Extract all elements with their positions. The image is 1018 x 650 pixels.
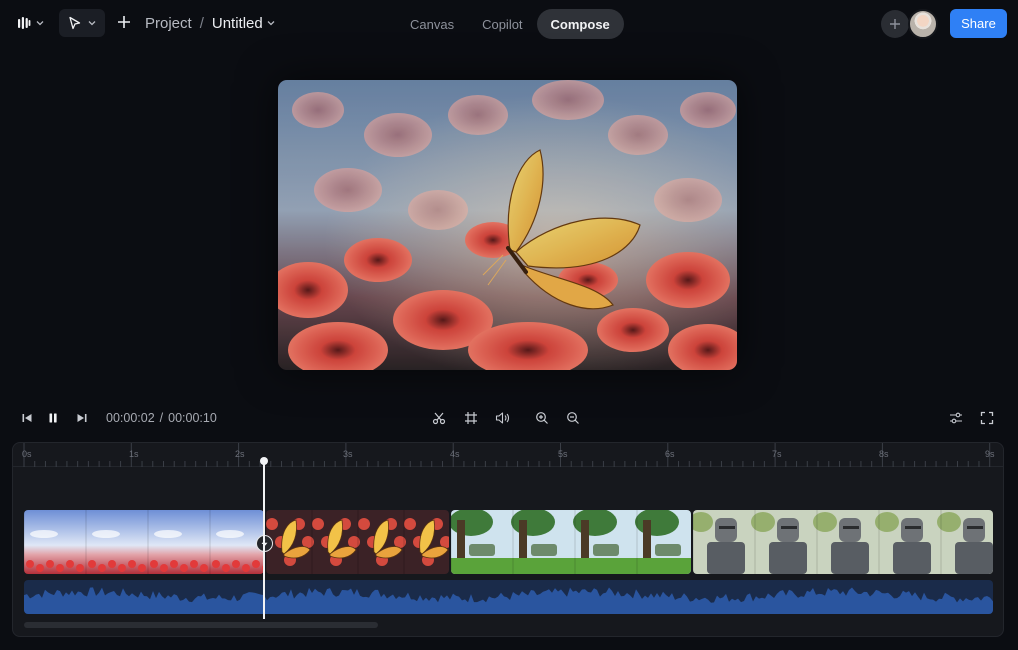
mode-tabs: Canvas Copilot Compose <box>396 9 624 39</box>
ruler-label: 9s <box>985 449 995 459</box>
plus-icon <box>890 19 900 29</box>
audio-track[interactable] <box>24 580 993 614</box>
transport-bar: 00:00:02 / 00:00:10 <box>0 404 1018 432</box>
timecode: 00:00:02 / 00:00:10 <box>106 411 217 425</box>
ruler-label: 7s <box>772 449 782 459</box>
playhead-handle[interactable] <box>260 457 268 465</box>
skip-forward-button[interactable] <box>73 409 91 427</box>
clip-thumbnail-strip <box>693 510 993 574</box>
zoom-in-button[interactable] <box>533 409 551 427</box>
fullscreen-button[interactable] <box>978 409 996 427</box>
breadcrumb-project[interactable]: Project <box>145 15 192 32</box>
playhead[interactable] <box>260 457 268 619</box>
ruler-label: 8s <box>879 449 889 459</box>
clip-knight[interactable] <box>693 510 993 574</box>
cursor-arrow-icon <box>69 16 81 30</box>
zoom-in-icon <box>536 412 548 424</box>
select-tool-button[interactable] <box>59 9 105 37</box>
clip-forest[interactable] <box>451 510 691 574</box>
clip-flower-field[interactable] <box>24 510 264 574</box>
skip-forward-icon <box>77 414 87 422</box>
tab-canvas[interactable]: Canvas <box>396 9 468 39</box>
clip-butterfly[interactable] <box>266 510 449 574</box>
new-item-button[interactable] <box>113 11 135 33</box>
clip-thumbnail-strip <box>451 510 691 574</box>
adjustments-button[interactable] <box>947 409 965 427</box>
ruler-label: 3s <box>343 449 353 459</box>
breadcrumb: Project / Untitled <box>145 14 275 32</box>
timecode-separator: / <box>159 411 164 425</box>
ruler-ticks <box>23 443 991 467</box>
total-time: 00:00:10 <box>168 411 217 425</box>
chevron-down-icon <box>88 21 96 26</box>
timeline-panel: 0s 1s 2s 3s 4s 5s 6s 7s 8s 9s <box>12 442 1004 637</box>
volume-button[interactable] <box>493 409 511 427</box>
breadcrumb-separator: / <box>199 14 204 32</box>
ruler-label: 1s <box>129 449 139 459</box>
chevron-down-icon <box>36 21 44 26</box>
skip-back-button[interactable] <box>18 409 36 427</box>
add-collaborator-button[interactable] <box>881 10 909 38</box>
ruler-label: 4s <box>450 449 460 459</box>
clip-thumbnail-strip <box>24 510 264 574</box>
plus-icon <box>118 16 130 28</box>
split-button[interactable] <box>430 409 448 427</box>
audio-waveform <box>24 587 993 614</box>
pause-icon <box>49 413 57 423</box>
clip-thumbnail-strip <box>266 510 449 574</box>
video-preview[interactable] <box>278 80 737 370</box>
zoom-out-icon <box>567 412 579 424</box>
breadcrumb-file[interactable]: Untitled <box>212 15 275 32</box>
top-bar: Project / Untitled Canvas Copilot Compos… <box>0 0 1018 46</box>
crop-button[interactable] <box>462 409 480 427</box>
chevron-down-icon <box>267 21 275 26</box>
tab-copilot[interactable]: Copilot <box>468 9 536 39</box>
file-name-label: Untitled <box>211 14 263 32</box>
share-button[interactable]: Share <box>950 9 1007 38</box>
ruler-label: 6s <box>665 449 675 459</box>
app-menu-button[interactable] <box>16 10 52 36</box>
zoom-out-button[interactable] <box>564 409 582 427</box>
logo-bars-icon <box>18 17 31 29</box>
ruler-label: 2s <box>235 449 245 459</box>
scissors-icon <box>432 412 446 425</box>
ruler-label: 0s <box>22 449 32 459</box>
time-ruler[interactable]: 0s 1s 2s 3s 4s 5s 6s 7s 8s 9s <box>13 443 1003 467</box>
avatar[interactable] <box>908 9 938 39</box>
pause-button[interactable] <box>44 409 62 427</box>
timeline-scrollbar[interactable] <box>24 622 378 628</box>
fullscreen-icon <box>980 411 994 425</box>
current-time: 00:00:02 <box>106 411 155 425</box>
volume-icon <box>495 412 509 424</box>
tab-compose[interactable]: Compose <box>536 9 624 39</box>
crop-icon <box>465 412 477 424</box>
adjust-icon <box>950 412 962 424</box>
skip-back-icon <box>22 414 32 422</box>
ruler-label: 5s <box>558 449 568 459</box>
preview-frame-image <box>278 80 737 370</box>
